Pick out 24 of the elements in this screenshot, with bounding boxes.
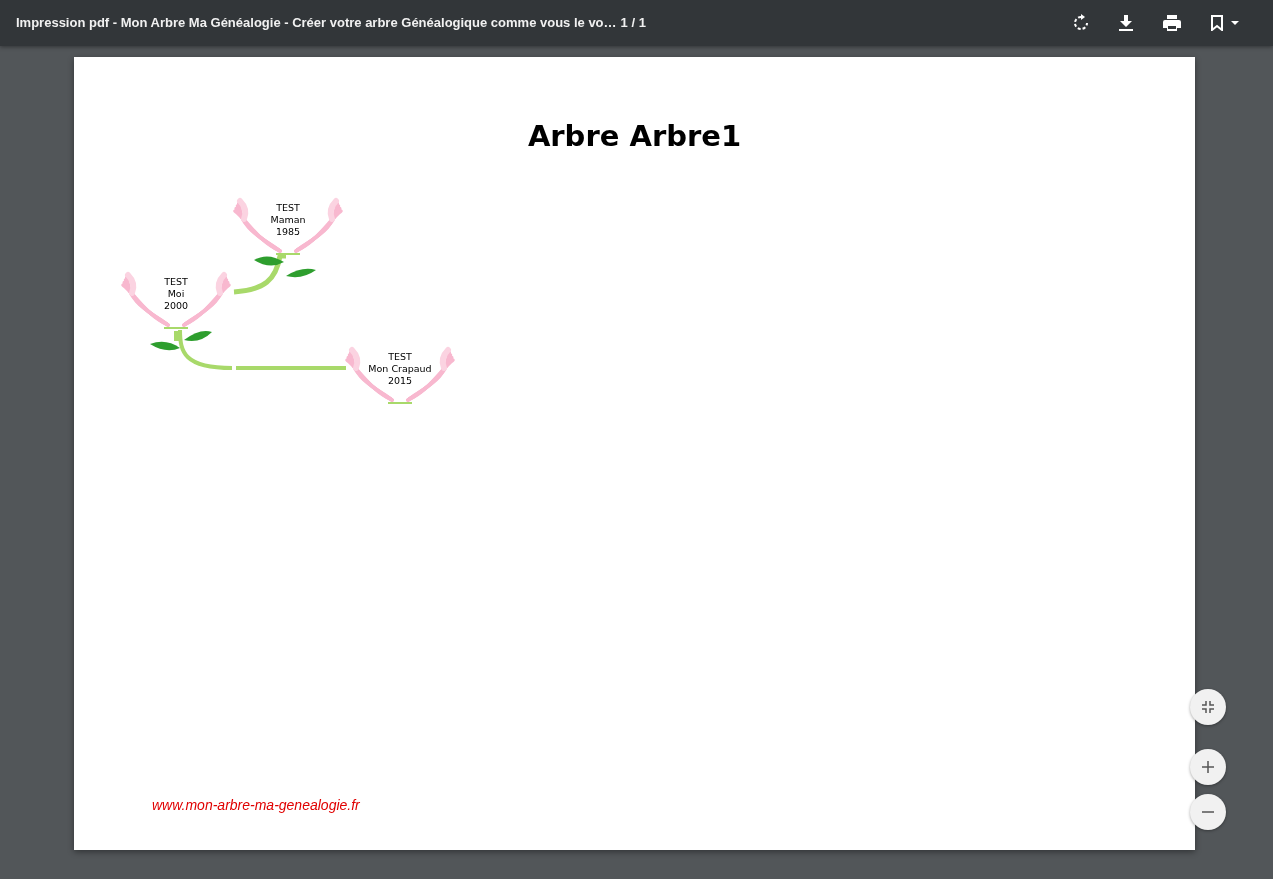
- zoom-out-button[interactable]: [1190, 794, 1226, 830]
- minus-icon: [1202, 811, 1214, 813]
- zoom-in-button[interactable]: [1190, 749, 1226, 785]
- bookmark-icon: [1211, 15, 1223, 31]
- surname-label: TEST: [164, 276, 188, 288]
- print-icon: [1163, 15, 1181, 31]
- website-link[interactable]: www.mon-arbre-ma-genealogie.fr: [152, 795, 360, 816]
- tree-title: Arbre Arbre1: [527, 119, 742, 153]
- birth-year-label: 2000: [163, 300, 189, 312]
- birth-year-label: 1985: [275, 226, 301, 238]
- document-title: Impression pdf - Mon Arbre Ma Généalogie - Créer votre arbre Généalogique comme vous le vo…: [16, 14, 617, 33]
- fit-page-button[interactable]: [1190, 689, 1226, 725]
- caret-icon: [1231, 21, 1239, 25]
- first-name-label: Mon Crapaud: [368, 363, 432, 375]
- birth-year-label: 2015: [387, 375, 413, 387]
- page-counter: 1 / 1: [620, 14, 646, 33]
- surname-label: TEST: [276, 202, 300, 214]
- first-name-label: Moi: [167, 288, 185, 300]
- fit-page-icon: [1202, 701, 1214, 713]
- surname-label: TEST: [388, 351, 412, 363]
- plus-icon: [1202, 761, 1214, 773]
- first-name-label: Maman: [270, 214, 306, 226]
- download-icon: [1119, 15, 1133, 31]
- rotate-icon: [1073, 14, 1089, 32]
